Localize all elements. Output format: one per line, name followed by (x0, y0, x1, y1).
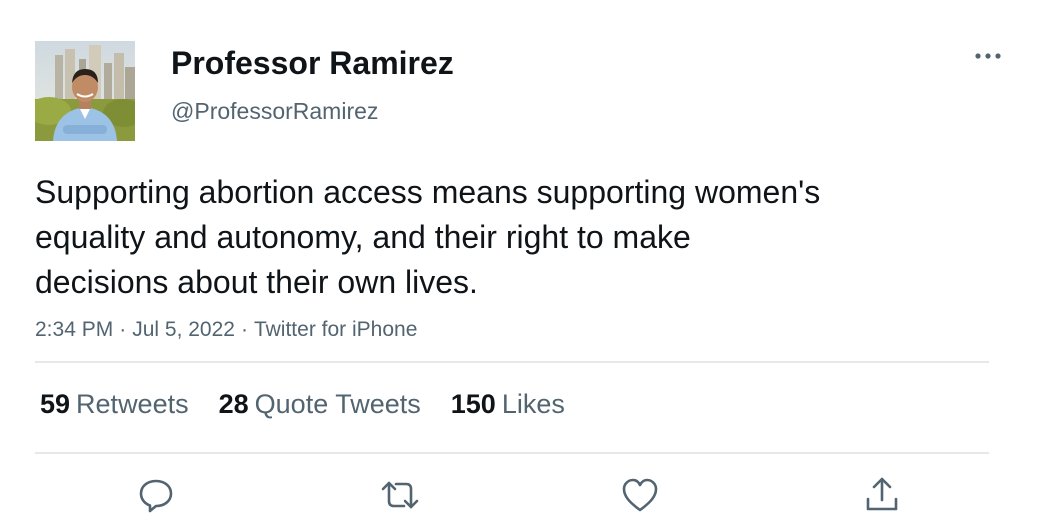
retweet-icon[interactable] (380, 475, 420, 515)
avatar[interactable] (35, 41, 135, 141)
meta-separator: · (119, 318, 127, 341)
quote-tweets-stat[interactable]: 28 Quote Tweets (219, 387, 421, 421)
user-handle[interactable]: @ProfessorRamirez (171, 97, 378, 125)
profile-photo (35, 41, 135, 141)
tweet-card: Professor Ramirez @ProfessorRamirez Supp… (0, 0, 1050, 525)
quote-tweets-count: 28 (218, 389, 249, 419)
meta-separator: · (240, 318, 248, 341)
share-icon[interactable] (862, 475, 902, 515)
tweet-text: Supporting abortion access means support… (35, 174, 821, 300)
tweet-time[interactable]: 2:34 PM (35, 318, 113, 341)
engagement-stats: 59 Retweets 28 Quote Tweets 150 Likes (40, 387, 595, 421)
tweet-date[interactable]: Jul 5, 2022 (132, 318, 235, 341)
reply-icon[interactable] (136, 475, 176, 515)
likes-label: Likes (501, 389, 565, 419)
divider (35, 361, 989, 363)
like-icon[interactable] (620, 475, 660, 515)
more-icon[interactable] (970, 44, 1006, 68)
retweets-count: 59 (40, 389, 71, 419)
likes-stat[interactable]: 150 Likes (451, 387, 565, 421)
likes-count: 150 (450, 389, 496, 419)
retweets-stat[interactable]: 59 Retweets (40, 387, 189, 421)
display-name[interactable]: Professor Ramirez (171, 44, 454, 82)
tweet-metadata: 2:34 PM · Jul 5, 2022 · Twitter for iPhone (35, 316, 417, 344)
tweet-source[interactable]: Twitter for iPhone (254, 318, 417, 341)
retweets-label: Retweets (76, 389, 189, 419)
quote-tweets-label: Quote Tweets (254, 389, 421, 419)
divider (35, 452, 989, 454)
